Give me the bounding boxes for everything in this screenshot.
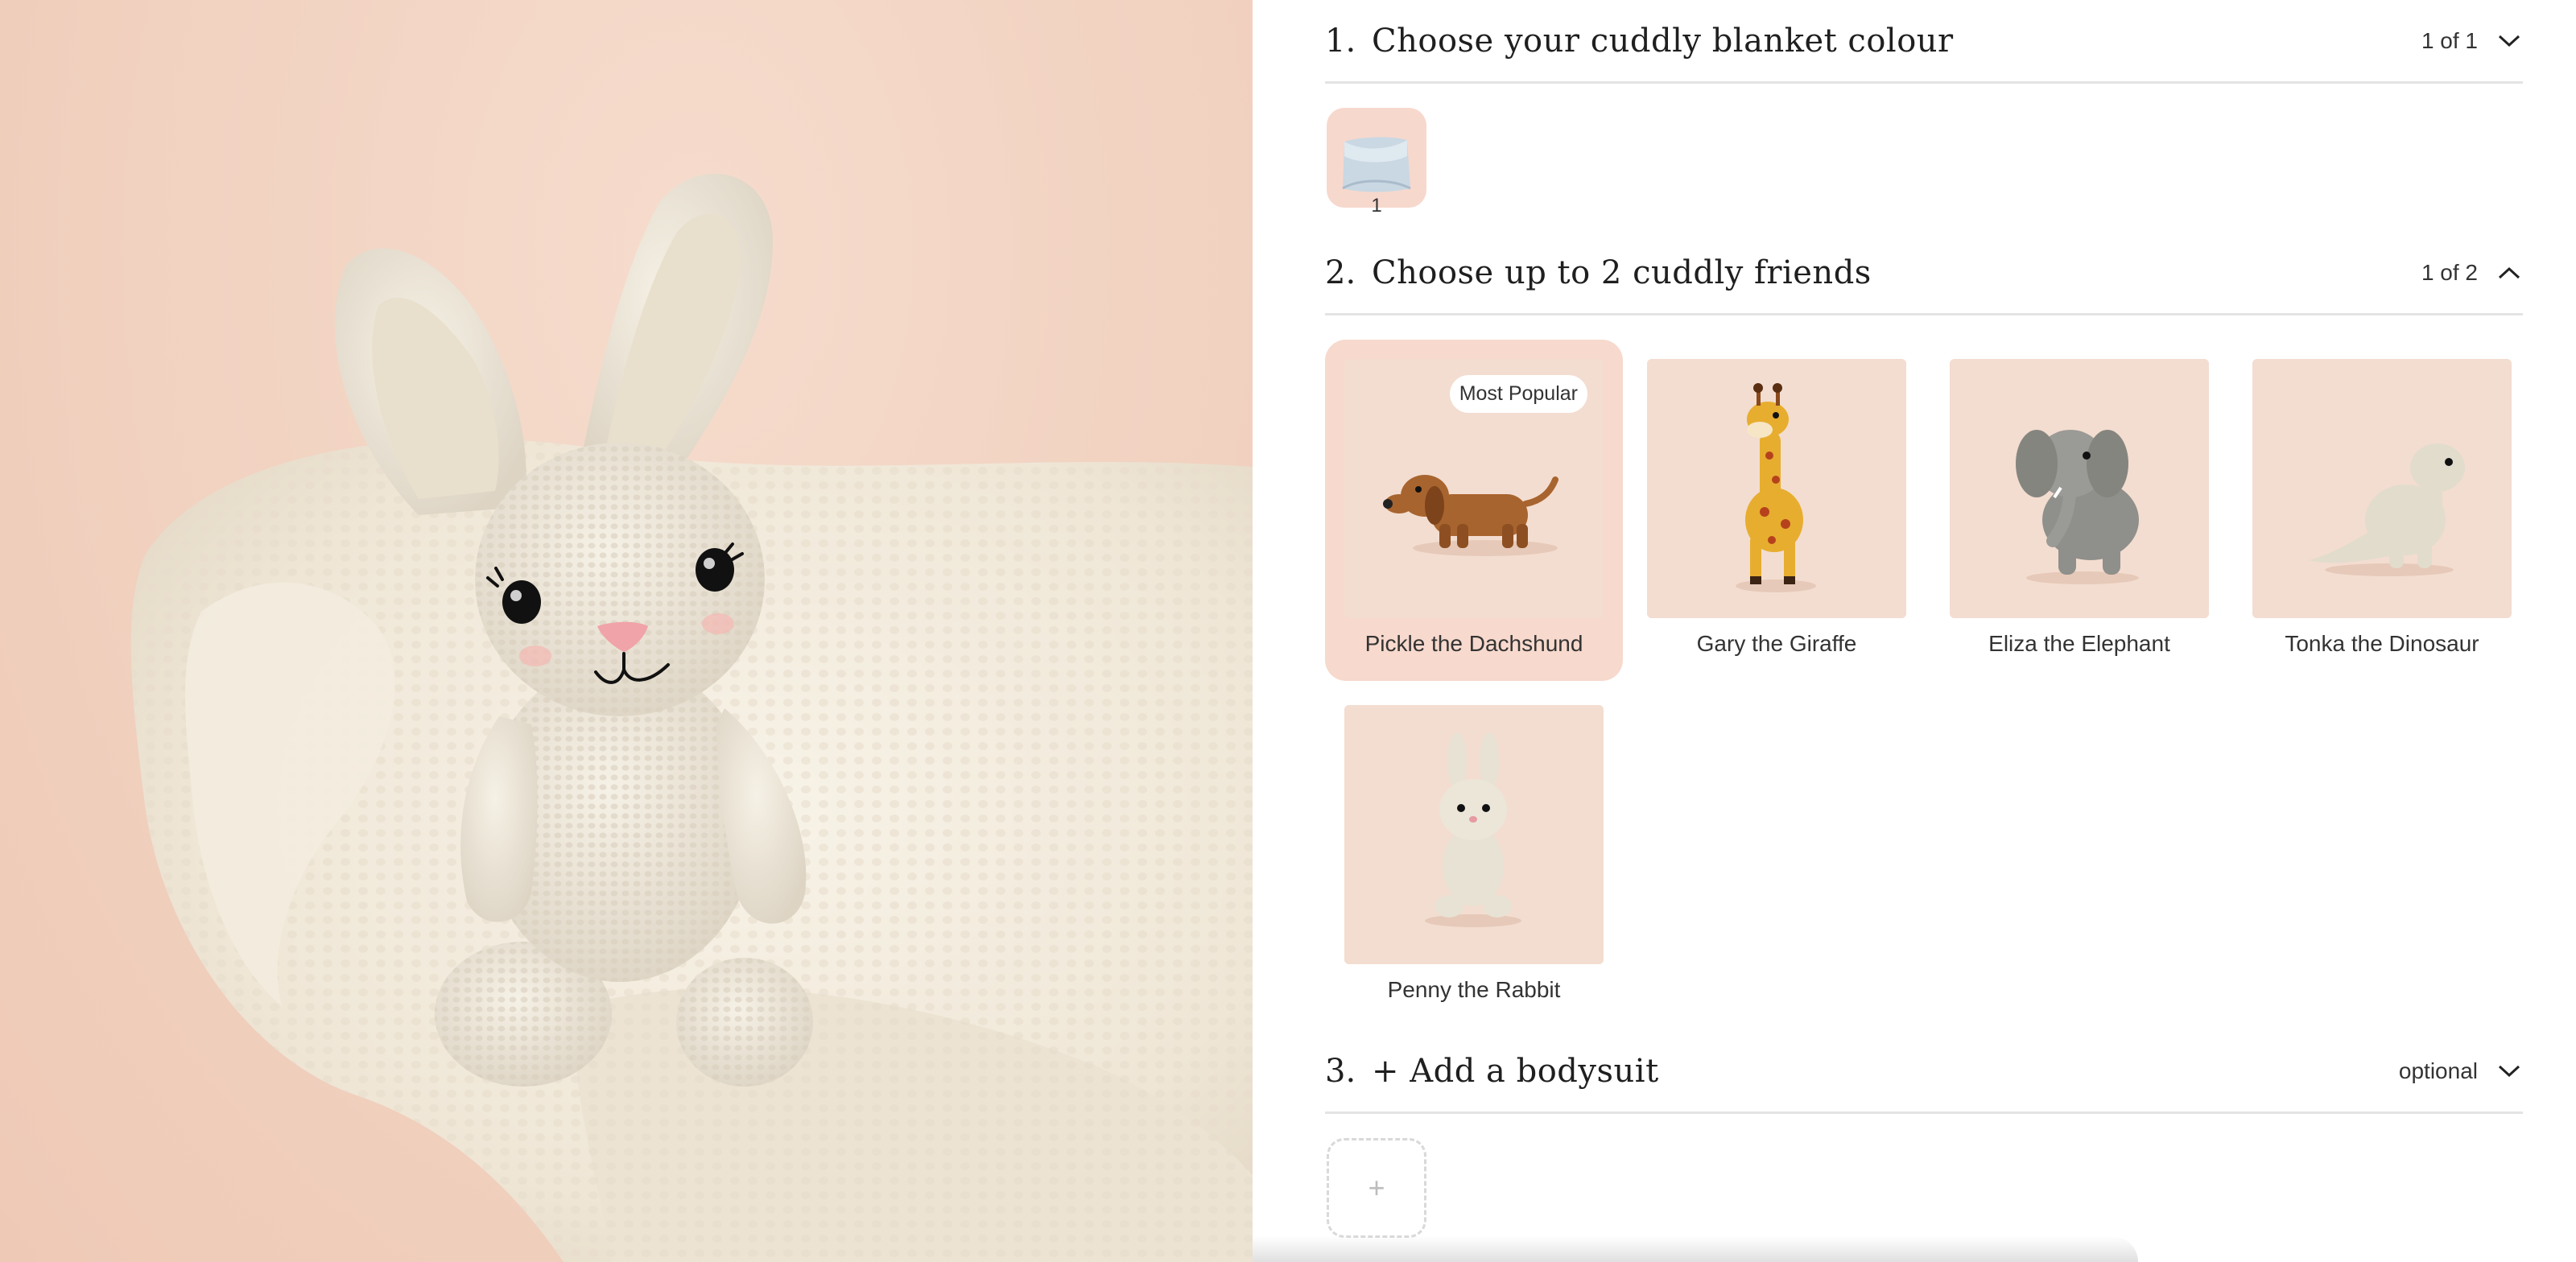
step-status: 1 of 2 bbox=[2421, 259, 2478, 285]
friend-card-tonka[interactable]: Tonka the Dinosaur bbox=[2233, 340, 2531, 681]
step-number: 2. bbox=[1325, 254, 1356, 291]
friend-name: Gary the Giraffe bbox=[1696, 631, 1857, 656]
friend-name: Pickle the Dachshund bbox=[1364, 631, 1583, 656]
most-popular-badge: Most Popular bbox=[1449, 375, 1587, 413]
chevron-down-icon[interactable] bbox=[2496, 27, 2523, 55]
friend-thumbnail bbox=[1950, 359, 2209, 618]
friend-card-pickle[interactable]: Most Popular Pickle the Dachshund bbox=[1325, 340, 1623, 681]
folded-blanket-icon bbox=[1342, 137, 1411, 192]
rabbit-toy-icon bbox=[1344, 705, 1604, 964]
step-title: Choose your cuddly blanket colour bbox=[1372, 22, 1954, 60]
friend-name: Tonka the Dinosaur bbox=[2285, 631, 2479, 656]
friend-thumbnail bbox=[1647, 359, 1906, 618]
blanket-quantity: 1 bbox=[1371, 195, 1382, 217]
hero-image bbox=[0, 0, 1253, 1262]
step-1-header[interactable]: 1. Choose your cuddly blanket colour 1 o… bbox=[1325, 0, 2523, 84]
step-2-header[interactable]: 2. Choose up to 2 cuddly friends 1 of 2 bbox=[1325, 232, 2523, 316]
giraffe-toy-icon bbox=[1647, 359, 1906, 618]
step-number: 3. bbox=[1325, 1052, 1356, 1090]
crochet-bunny-photo bbox=[130, 173, 1253, 1262]
friend-card-penny[interactable]: Penny the Rabbit bbox=[1325, 686, 1623, 1027]
add-bodysuit-button[interactable]: + bbox=[1327, 1138, 1426, 1238]
step-status: optional bbox=[2398, 1058, 2478, 1083]
bottom-fade bbox=[1253, 1236, 2138, 1262]
friend-card-gary[interactable]: Gary the Giraffe bbox=[1628, 340, 1926, 681]
step-status: 1 of 1 bbox=[2421, 27, 2478, 53]
step-3-header[interactable]: 3. + Add a bodysuit optional bbox=[1325, 1030, 2523, 1114]
step-title: Choose up to 2 cuddly friends bbox=[1372, 254, 1872, 291]
configurator-panel: 1. Choose your cuddly blanket colour 1 o… bbox=[1253, 0, 2576, 1262]
plus-icon: + bbox=[1368, 1171, 1385, 1204]
dinosaur-toy-icon bbox=[2252, 359, 2512, 618]
step-title: + Add a bodysuit bbox=[1372, 1052, 1659, 1090]
chevron-down-icon[interactable] bbox=[2496, 1058, 2523, 1085]
step-number: 1. bbox=[1325, 22, 1356, 60]
friend-thumbnail bbox=[2252, 359, 2512, 618]
friend-card-eliza[interactable]: Eliza the Elephant bbox=[1930, 340, 2228, 681]
chevron-up-icon[interactable] bbox=[2496, 259, 2523, 287]
blanket-swatch[interactable] bbox=[1327, 108, 1426, 208]
friend-name: Eliza the Elephant bbox=[1988, 631, 2170, 656]
friend-name: Penny the Rabbit bbox=[1387, 977, 1561, 1002]
friend-thumbnail bbox=[1344, 705, 1604, 964]
elephant-toy-icon bbox=[1950, 359, 2209, 618]
